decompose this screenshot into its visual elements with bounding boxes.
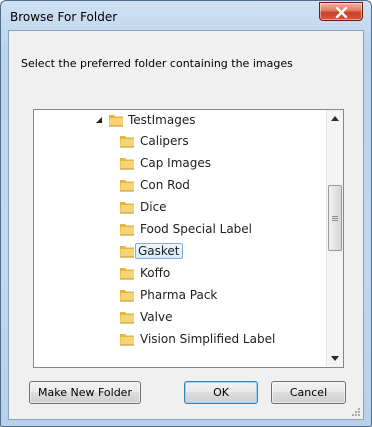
folder-icon [120,312,134,324]
ok-button[interactable]: OK [184,381,258,404]
vertical-scrollbar[interactable] [326,110,343,367]
tree-item-label: Dice [140,200,167,214]
tree-item-con-rod[interactable]: Con Rod [34,175,324,196]
tree-item-gasket[interactable]: Gasket [34,241,324,262]
cancel-button[interactable]: Cancel [271,381,346,404]
scroll-down-arrow-icon [331,356,339,361]
tree-item-dice[interactable]: Dice [34,197,324,218]
scroll-up-button[interactable] [327,110,343,127]
scroll-thumb[interactable] [328,185,342,251]
tree-item-label: TestImages [128,113,196,127]
tree-item-label: Cap Images [140,156,211,170]
thumb-grip-line [332,218,338,219]
folder-icon [120,246,134,258]
folder-icon [120,202,134,214]
close-button[interactable] [319,2,363,21]
folder-icon [109,115,123,127]
tree-item-label: Valve [140,310,173,324]
folder-icon [120,180,134,192]
make-new-folder-button[interactable]: Make New Folder [29,381,141,404]
collapse-arrow-icon[interactable] [96,117,103,124]
tree-item-valve[interactable]: Valve [34,307,324,328]
tree-item-label: Calipers [140,134,189,148]
scroll-down-button[interactable] [327,350,343,367]
folder-icon [120,224,134,236]
tree-item-food-special-label[interactable]: Food Special Label [34,219,324,240]
folder-icon [120,334,134,346]
tree-item-testimages[interactable]: TestImages [34,110,324,131]
tree-item-label-selected: Gasket [135,243,183,259]
thumb-grip-line [332,216,338,217]
folder-icon [120,268,134,280]
folder-icon [120,290,134,302]
tree-item-cap-images[interactable]: Cap Images [34,153,324,174]
tree-item-koffo[interactable]: Koffo [34,263,324,284]
dialog-client-area: Select the preferred folder containing t… [8,30,364,420]
window-title: Browse For Folder [10,10,118,24]
tree-item-label: Con Rod [140,178,190,192]
folder-tree[interactable]: TestImages Calipers Cap Images Con Rod D… [33,109,344,368]
tree-item-label: Pharma Pack [140,288,218,302]
title-bar[interactable]: Browse For Folder [1,1,371,31]
scroll-up-arrow-icon [331,116,339,121]
browse-for-folder-dialog: Browse For Folder Select the preferred f… [0,0,372,427]
tree-item-vision-simplified-label[interactable]: Vision Simplified Label [34,329,324,350]
folder-icon [120,136,134,148]
tree-item-label: Food Special Label [140,222,253,236]
resize-grip-icon[interactable] [351,407,361,417]
tree-item-calipers[interactable]: Calipers [34,131,324,152]
tree-item-label: Vision Simplified Label [140,332,276,346]
tree-item-pharma-pack[interactable]: Pharma Pack [34,285,324,306]
close-icon [335,7,348,18]
tree-item-label: Koffo [140,266,171,280]
instruction-text: Select the preferred folder containing t… [21,57,293,70]
folder-icon [120,158,134,170]
thumb-grip-line [332,220,338,221]
